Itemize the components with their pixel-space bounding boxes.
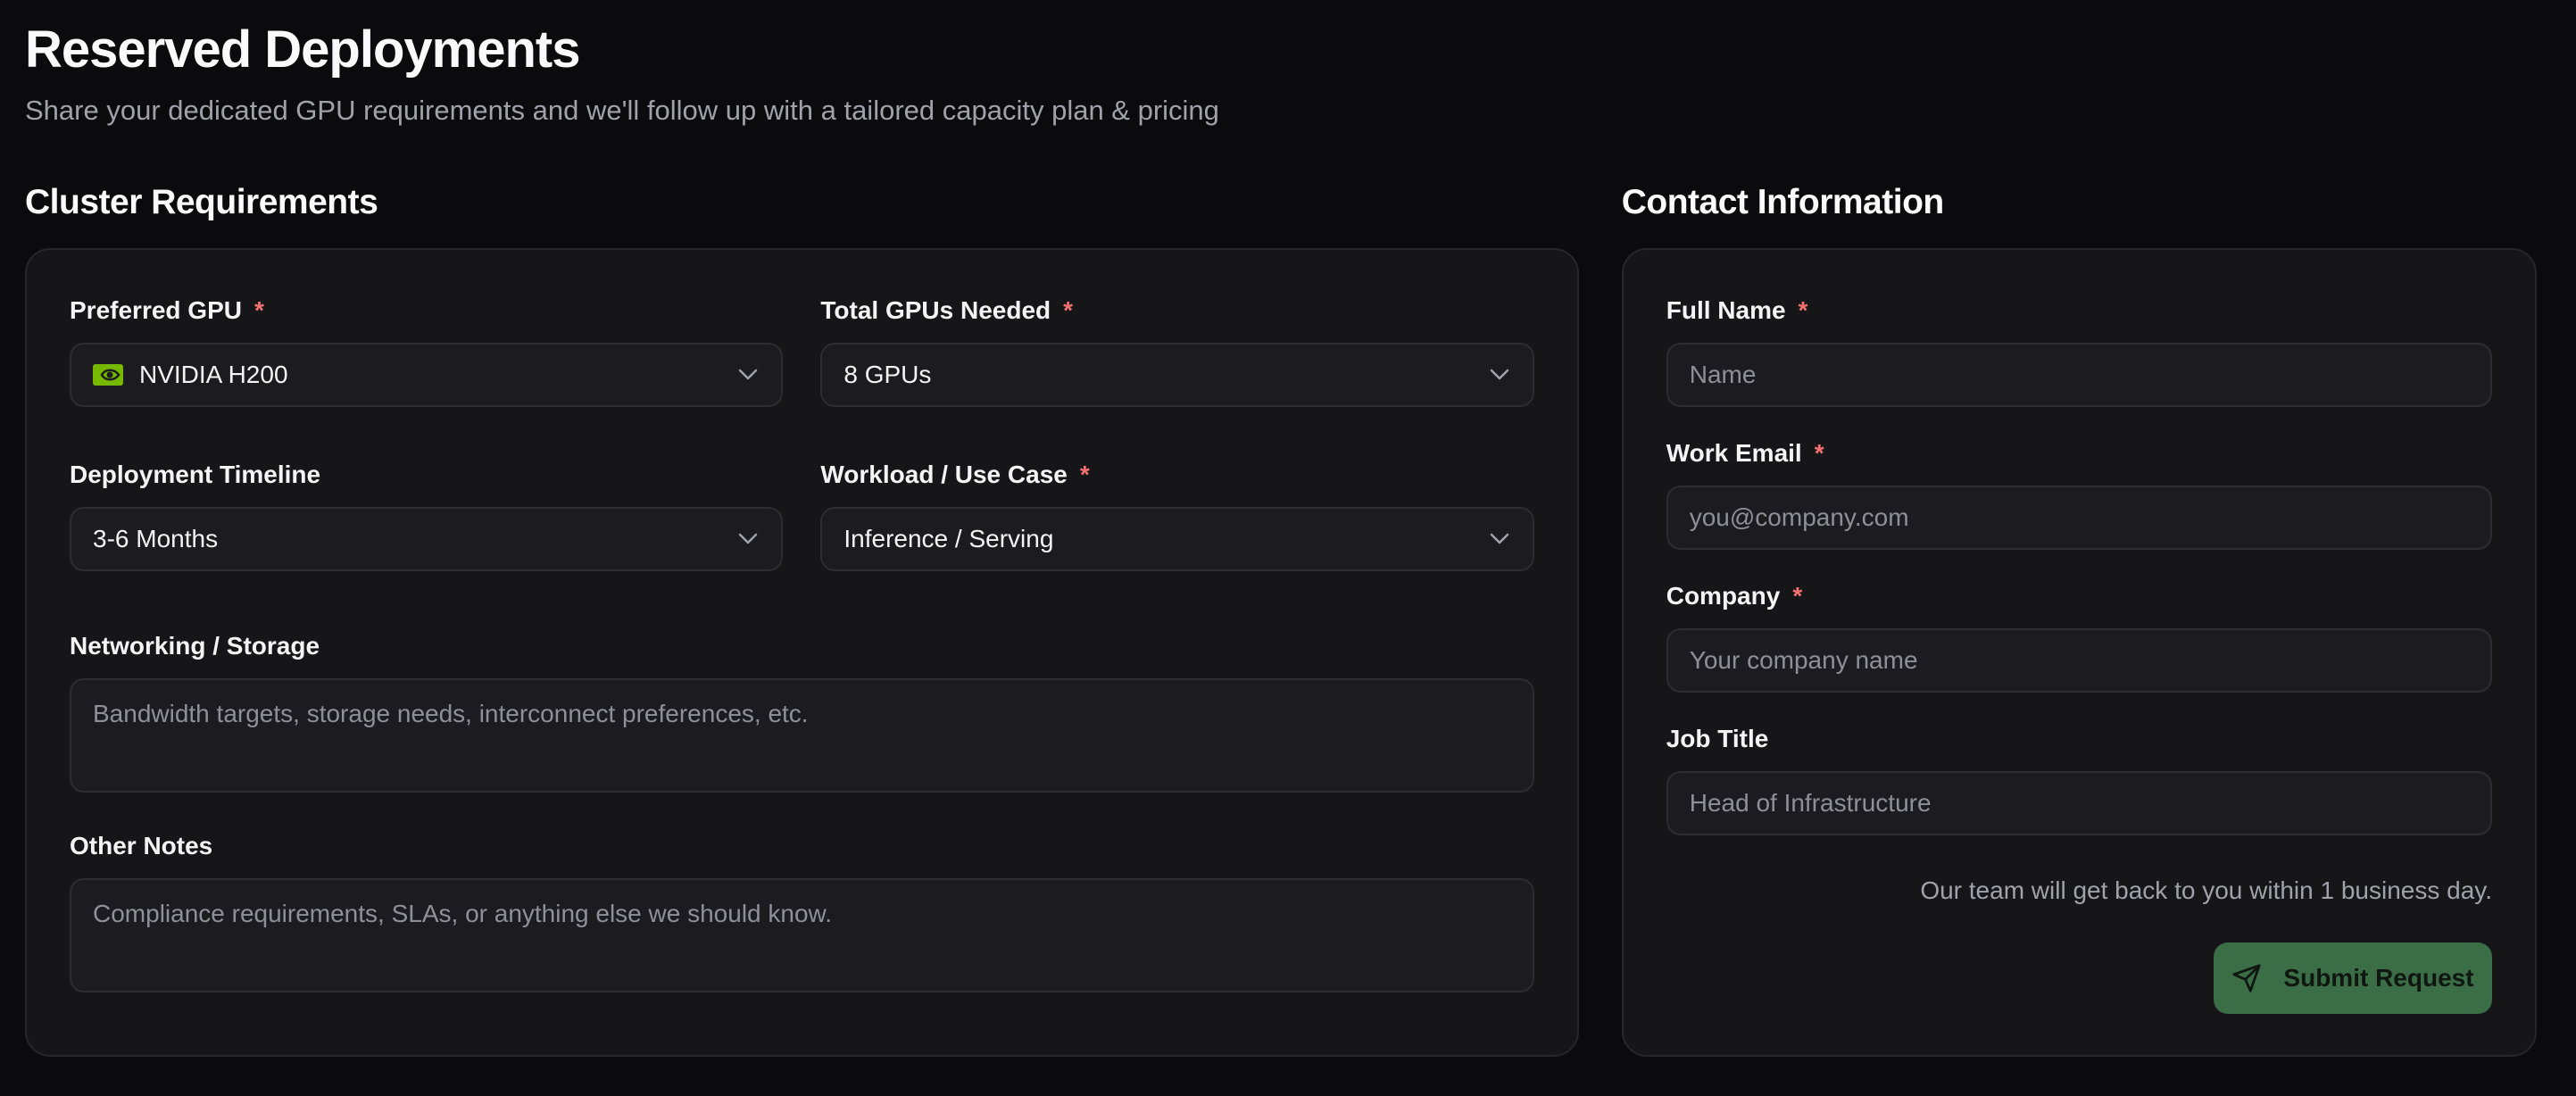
other-notes-placeholder: Compliance requirements, SLAs, or anythi… (93, 900, 832, 927)
workload-label-text: Workload / Use Case (820, 461, 1068, 488)
work-email-label-text: Work Email (1666, 439, 1802, 467)
chevron-down-icon (736, 363, 760, 386)
networking-storage-label: Networking / Storage (70, 630, 1534, 662)
networking-storage-textarea[interactable]: Bandwidth targets, storage needs, interc… (70, 678, 1534, 793)
preferred-gpu-label: Preferred GPU * (70, 295, 783, 327)
full-name-label-text: Full Name (1666, 296, 1786, 324)
required-marker: * (1079, 461, 1090, 488)
work-email-label: Work Email * (1666, 437, 2492, 469)
work-email-input[interactable]: you@company.com (1666, 486, 2492, 550)
full-name-label: Full Name * (1666, 295, 2492, 327)
other-notes-label: Other Notes (70, 830, 1534, 862)
gpu-row: Preferred GPU * NVIDIA H200 Total GPUs N… (70, 295, 1534, 407)
send-icon (2231, 963, 2262, 993)
workload-label: Workload / Use Case * (820, 459, 1533, 491)
deployment-timeline-select[interactable]: 3-6 Months (70, 507, 784, 571)
nvidia-logo-icon (93, 364, 123, 386)
workload-value: Inference / Serving (843, 525, 1054, 552)
chevron-down-icon (736, 527, 760, 551)
cluster-requirements-section: Cluster Requirements Preferred GPU * NVI… (25, 177, 1579, 1057)
preferred-gpu-value: NVIDIA H200 (139, 361, 288, 388)
total-gpus-value: 8 GPUs (843, 361, 932, 388)
job-title-label-text: Job Title (1666, 725, 1769, 752)
submit-request-button[interactable]: Submit Request (2214, 942, 2492, 1014)
page: Reserved Deployments Share your dedicate… (0, 0, 2576, 1096)
submit-request-label: Submit Request (2283, 964, 2474, 992)
full-name-field: Full Name * Name (1666, 295, 2492, 407)
preferred-gpu-label-text: Preferred GPU (70, 296, 242, 324)
form-columns: Cluster Requirements Preferred GPU * NVI… (25, 177, 2537, 1057)
work-email-placeholder: you@company.com (1689, 503, 1909, 531)
required-marker: * (1792, 582, 1803, 610)
other-notes-field: Other Notes Compliance requirements, SLA… (70, 830, 1534, 992)
contact-information-section: Contact Information Full Name * Name Wor… (1621, 177, 2537, 1057)
page-subtitle: Share your dedicated GPU requirements an… (25, 95, 1219, 126)
work-email-field: Work Email * you@company.com (1666, 437, 2492, 550)
total-gpus-label-text: Total GPUs Needed (820, 296, 1051, 324)
deployment-timeline-field: Deployment Timeline 3-6 Months (70, 459, 784, 571)
networking-storage-placeholder: Bandwidth targets, storage needs, interc… (93, 700, 809, 727)
cluster-section-title: Cluster Requirements (25, 183, 378, 221)
chevron-down-icon (1488, 363, 1511, 386)
total-gpus-select[interactable]: 8 GPUs (820, 343, 1534, 407)
job-title-field: Job Title Head of Infrastructure (1666, 723, 2492, 835)
networking-storage-field: Networking / Storage Bandwidth targets, … (70, 630, 1534, 793)
deployment-timeline-label-text: Deployment Timeline (70, 461, 321, 488)
other-notes-label-text: Other Notes (70, 832, 213, 859)
total-gpus-field: Total GPUs Needed * 8 GPUs (820, 295, 1534, 407)
job-title-input[interactable]: Head of Infrastructure (1666, 771, 2492, 835)
response-time-note: Our team will get back to you within 1 b… (1920, 876, 2492, 904)
timeline-row: Deployment Timeline 3-6 Months Workload … (70, 459, 1534, 571)
contact-section-title: Contact Information (1621, 183, 1944, 221)
company-placeholder: Your company name (1689, 646, 1918, 674)
deployment-timeline-value: 3-6 Months (93, 525, 219, 552)
required-marker: * (253, 296, 264, 324)
contact-information-card: Full Name * Name Work Email * you@compan… (1621, 248, 2537, 1057)
required-marker: * (1798, 296, 1808, 324)
full-name-placeholder: Name (1689, 361, 1757, 388)
company-label: Company * (1666, 580, 2492, 612)
required-marker: * (1063, 296, 1074, 324)
workload-select[interactable]: Inference / Serving (820, 507, 1534, 571)
company-input[interactable]: Your company name (1666, 628, 2492, 693)
deployment-timeline-label: Deployment Timeline (70, 459, 783, 491)
required-marker: * (1814, 439, 1824, 467)
page-title: Reserved Deployments (25, 21, 580, 79)
company-label-text: Company (1666, 582, 1781, 610)
job-title-placeholder: Head of Infrastructure (1689, 789, 1932, 817)
total-gpus-label: Total GPUs Needed * (820, 295, 1533, 327)
preferred-gpu-select[interactable]: NVIDIA H200 (70, 343, 784, 407)
company-field: Company * Your company name (1666, 580, 2492, 693)
chevron-down-icon (1488, 527, 1511, 551)
full-name-input[interactable]: Name (1666, 343, 2492, 407)
networking-storage-label-text: Networking / Storage (70, 632, 320, 660)
other-notes-textarea[interactable]: Compliance requirements, SLAs, or anythi… (70, 878, 1534, 992)
preferred-gpu-field: Preferred GPU * NVIDIA H200 (70, 295, 784, 407)
workload-field: Workload / Use Case * Inference / Servin… (820, 459, 1534, 571)
cluster-requirements-card: Preferred GPU * NVIDIA H200 Total GPUs N… (25, 248, 1579, 1057)
job-title-label: Job Title (1666, 723, 2492, 755)
